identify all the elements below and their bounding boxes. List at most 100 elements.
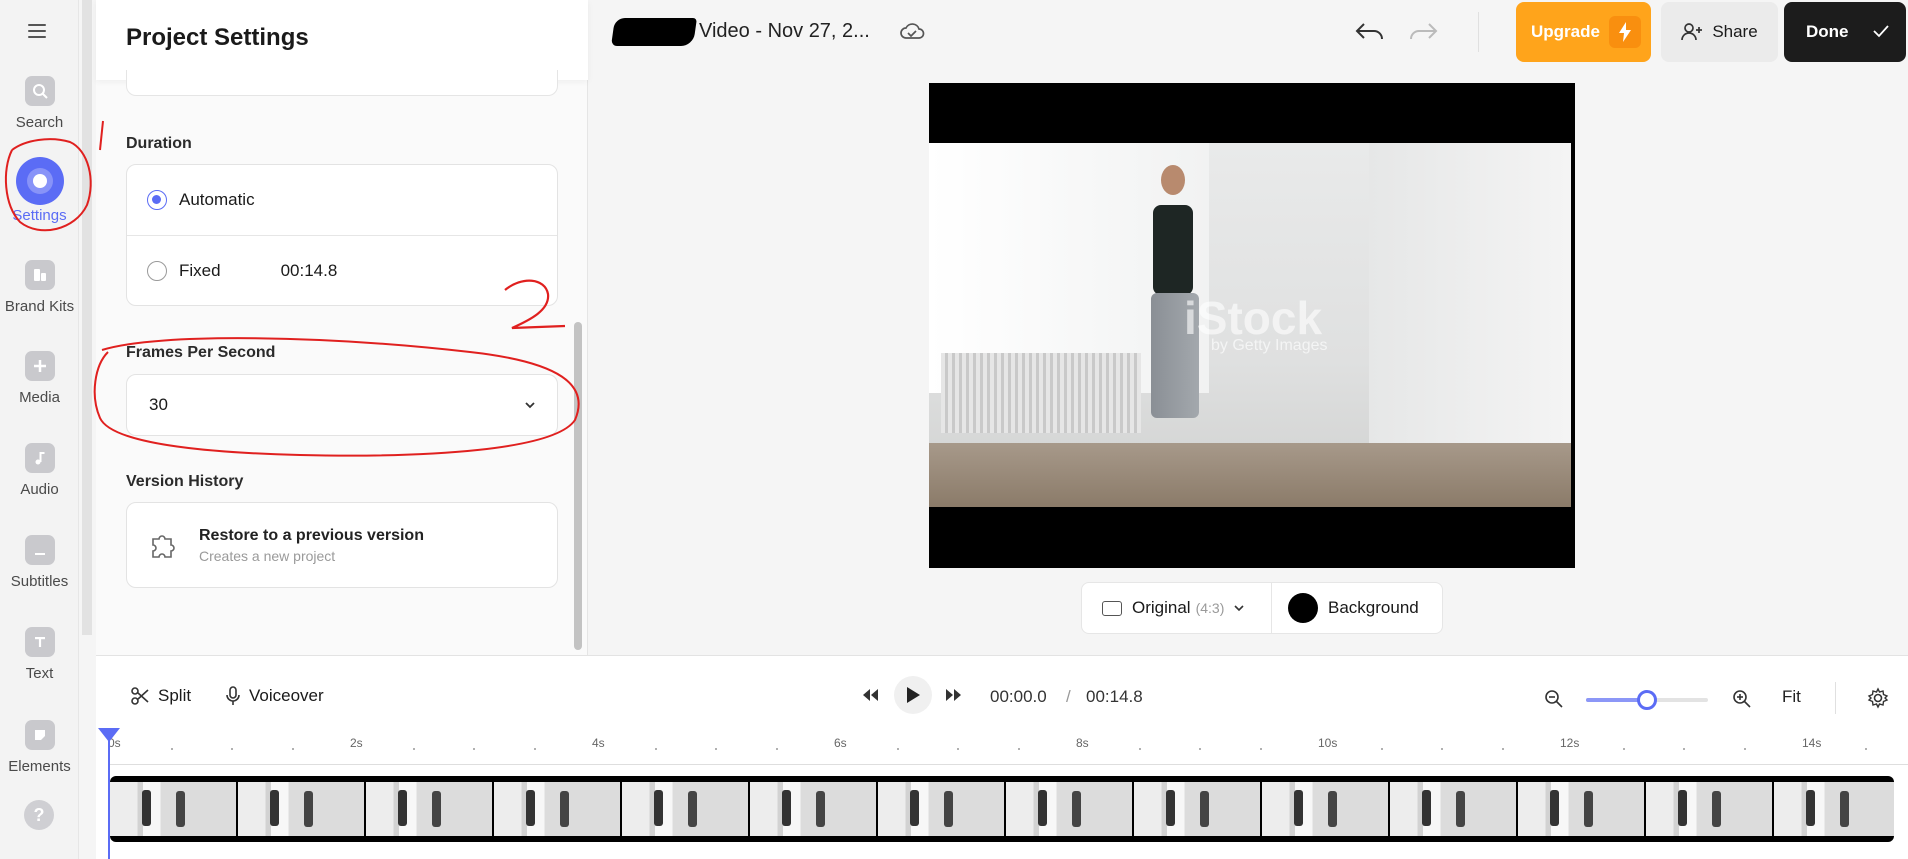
puzzle-icon — [152, 535, 175, 558]
zoom-slider[interactable] — [1586, 690, 1708, 710]
video-thumbnail — [494, 782, 622, 836]
music-note-icon — [24, 443, 55, 473]
help-icon[interactable]: ? — [24, 800, 54, 830]
version-history-card[interactable]: Restore to a previous version Creates a … — [126, 502, 558, 588]
ruler-tick-label: 8s — [1076, 736, 1089, 750]
ruler-tick-dot — [1864, 748, 1867, 750]
ruler-tick-dot — [1501, 748, 1504, 750]
video-frame: iStock by Getty Images — [929, 143, 1571, 507]
video-thumbnail — [1518, 782, 1646, 836]
duration-fixed-option[interactable]: Fixed 00:14.8 — [127, 235, 557, 305]
duration-label: Duration — [126, 135, 192, 152]
video-thumbnail — [1774, 782, 1894, 836]
ruler-tick-dot — [533, 748, 536, 750]
rail-label: Elements — [8, 758, 71, 772]
zoom-fit-button[interactable]: Fit — [1782, 687, 1801, 707]
editor-app: Search Settings Brand Kits Media Audio S… — [0, 0, 1908, 859]
timeline-ruler[interactable]: 0s 2s 4s 6s 8s 10s 12s 14s — [96, 736, 1908, 766]
aspect-ratio-icon — [1102, 600, 1122, 616]
playhead[interactable] — [108, 734, 110, 859]
document-title[interactable]: Video - Nov 27, 2... — [699, 20, 870, 43]
restore-title: Restore to a previous version — [199, 526, 424, 544]
rewind-icon[interactable] — [860, 687, 882, 703]
rail-item-settings[interactable]: Settings — [0, 157, 79, 224]
ruler-tick-dot — [896, 748, 899, 750]
elements-icon — [24, 720, 55, 750]
zoom-slider-handle[interactable] — [1637, 690, 1657, 710]
time-divider: / — [1066, 687, 1071, 706]
current-time: 00:00.0 — [990, 687, 1047, 706]
ruler-tick-dot — [957, 748, 959, 750]
video-thumbnail — [1006, 782, 1134, 836]
text-icon — [24, 627, 55, 657]
project-settings-panel: Project Settings Duration Automatic Fixe… — [96, 0, 588, 655]
duration-card: Automatic Fixed 00:14.8 — [126, 164, 558, 306]
undo-icon[interactable] — [1354, 18, 1386, 46]
ruler-tick-dot — [1743, 748, 1746, 750]
rail-item-search[interactable]: Search — [0, 76, 79, 131]
video-thumbnail — [366, 782, 494, 836]
rail-item-subtitles[interactable]: Subtitles — [0, 535, 79, 590]
radiator-scene — [941, 353, 1141, 433]
play-button[interactable] — [894, 676, 932, 714]
ruler-tick-label: 4s — [592, 736, 605, 750]
rail-scrollbar[interactable] — [82, 0, 92, 635]
video-thumbnail — [110, 782, 238, 836]
rail-item-text[interactable]: Text — [0, 627, 79, 682]
share-button[interactable]: Share — [1661, 2, 1778, 62]
brand-kit-icon — [24, 260, 55, 290]
ruler-tick-dot — [170, 748, 173, 750]
aspect-ratio-select[interactable]: Original (4:3) — [1082, 583, 1272, 633]
top-bar: Video - Nov 27, 2... Upgrade Share Done — [589, 0, 1908, 64]
background-color-swatch — [1288, 593, 1318, 623]
fast-forward-icon[interactable] — [942, 687, 964, 703]
upgrade-label: Upgrade — [1531, 22, 1600, 41]
upgrade-button[interactable]: Upgrade — [1516, 2, 1651, 62]
redo-icon[interactable] — [1407, 18, 1439, 46]
done-label: Done — [1806, 22, 1849, 41]
canvas-options-bar: Original (4:3) Background — [1081, 582, 1443, 634]
voiceover-button[interactable]: Voiceover — [225, 686, 324, 706]
share-label: Share — [1712, 22, 1758, 41]
restore-version-button[interactable]: Restore to a previous version Creates a … — [127, 503, 557, 587]
video-thumbnail — [1390, 782, 1518, 836]
rail-label: Search — [15, 114, 64, 131]
background-button[interactable]: Background — [1272, 583, 1442, 633]
done-button[interactable]: Done — [1784, 2, 1906, 62]
zoom-out-icon[interactable] — [1544, 689, 1564, 709]
rail-item-audio[interactable]: Audio — [0, 443, 79, 498]
ruler-tick-dot — [654, 748, 657, 750]
ruler-tick-label: 12s — [1560, 736, 1580, 750]
split-button[interactable]: Split — [130, 686, 191, 706]
aspect-ratio-value: (4:3) — [1195, 600, 1225, 616]
rail-item-media[interactable]: Media — [0, 351, 79, 406]
fixed-radio[interactable] — [147, 260, 167, 281]
panel-title: Project Settings — [126, 24, 309, 51]
video-thumbnail — [1646, 782, 1774, 836]
ruler-tick-dot — [1199, 748, 1201, 750]
ruler-tick-dot — [715, 748, 717, 750]
panel-header: Project Settings — [96, 0, 588, 80]
fps-select[interactable]: 30 — [127, 375, 557, 435]
gear-icon[interactable] — [1867, 687, 1889, 709]
rail-item-elements[interactable]: Elements — [0, 720, 79, 772]
rail-label: Subtitles — [10, 573, 69, 590]
play-icon — [907, 687, 920, 703]
zoom-in-icon[interactable] — [1732, 689, 1752, 709]
rail-item-brand-kits[interactable]: Brand Kits — [0, 260, 79, 315]
version-history-label: Version History — [126, 473, 244, 490]
panel-scrollbar[interactable] — [574, 322, 582, 650]
stock-watermark-sub: by Getty Images — [1211, 337, 1328, 354]
ruler-tick-dot — [775, 748, 778, 750]
video-preview[interactable]: iStock by Getty Images — [929, 83, 1575, 568]
duration-automatic-option[interactable]: Automatic — [127, 165, 557, 235]
chevron-down-icon — [525, 402, 535, 409]
ruler-tick-label: 2s — [350, 736, 363, 750]
fixed-duration-value[interactable]: 00:14.8 — [281, 261, 338, 281]
fps-label: Frames Per Second — [126, 344, 276, 361]
video-track[interactable] — [110, 776, 1894, 842]
hamburger-menu-icon[interactable] — [26, 21, 50, 41]
total-time: 00:14.8 — [1086, 687, 1143, 706]
automatic-radio[interactable] — [147, 190, 167, 210]
rail-label: Text — [25, 665, 54, 682]
